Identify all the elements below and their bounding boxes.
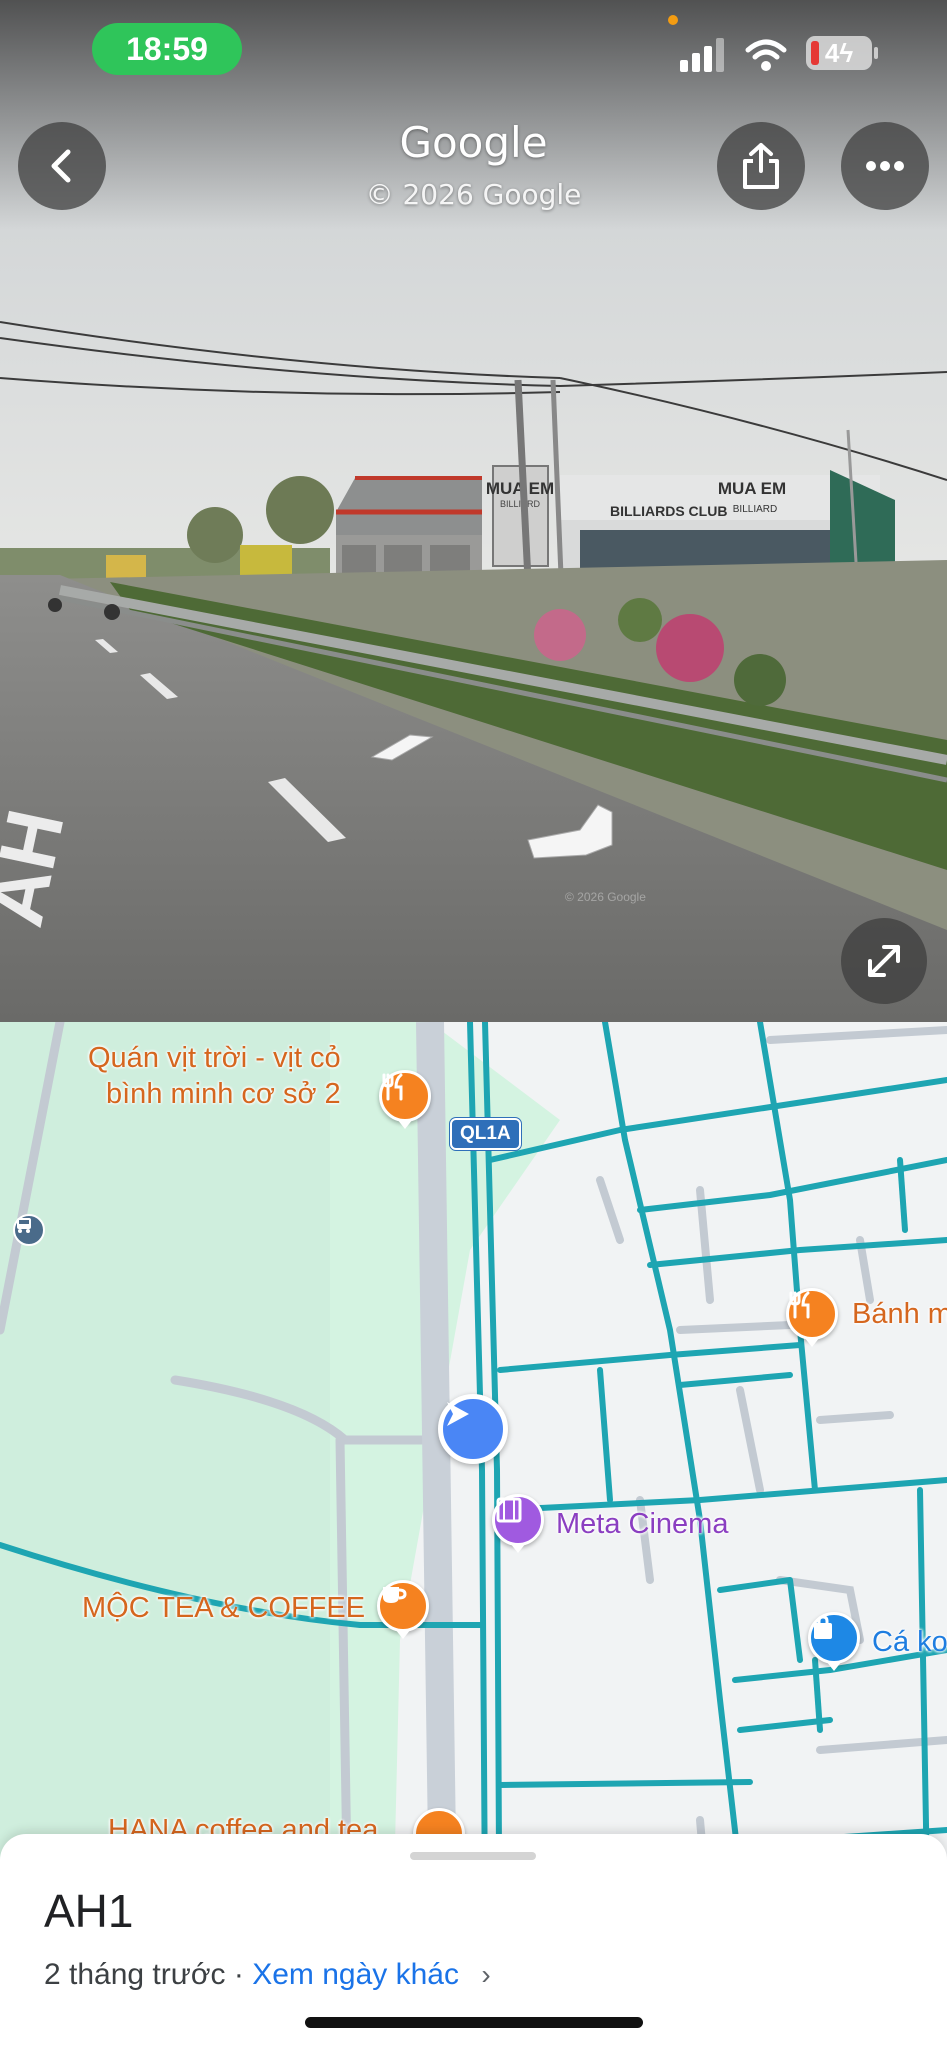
navigation-arrow-icon bbox=[447, 1402, 469, 1426]
sign-billiard-left: BILLIARD bbox=[500, 499, 541, 509]
location-title: AH1 bbox=[44, 1885, 134, 1937]
battery-text: 4 bbox=[824, 38, 840, 68]
poi-label-meta-cinema[interactable]: Meta Cinema bbox=[556, 1506, 728, 1542]
see-other-dates-link[interactable]: Xem ngày khác bbox=[252, 1958, 459, 1991]
battery-indicator: 4ϟ bbox=[806, 36, 872, 70]
separator-dot: · bbox=[233, 1958, 244, 1991]
wifi-icon bbox=[745, 39, 787, 71]
chevron-right-icon[interactable]: › bbox=[481, 1959, 490, 1991]
street-view-title: Google bbox=[399, 118, 548, 167]
privacy-indicator-dot bbox=[668, 15, 678, 25]
sign-billiards-club: BILLIARDS CLUB bbox=[610, 503, 727, 519]
imagery-date-row: 2 tháng trước · Xem ngày khác › bbox=[44, 1958, 491, 1992]
cellular-signal-icon bbox=[680, 38, 724, 72]
street-view-copyright: © 2026 Google bbox=[365, 178, 582, 211]
bus-stop-icon[interactable] bbox=[13, 1214, 45, 1246]
more-options-button[interactable] bbox=[841, 122, 929, 210]
expand-button[interactable] bbox=[841, 918, 927, 1004]
poi-label-moc-tea[interactable]: MỘC TEA & COFFEE bbox=[82, 1590, 365, 1626]
status-time: 18:59 bbox=[92, 23, 242, 75]
poi-label-quan-vit[interactable]: Quán vịt trời - vịt cỏ bình minh cơ sở 2 bbox=[88, 1040, 341, 1112]
share-icon bbox=[743, 143, 779, 189]
battery-level-bar bbox=[811, 41, 819, 65]
cinema-icon[interactable] bbox=[492, 1494, 544, 1546]
cafe-icon[interactable] bbox=[377, 1580, 429, 1632]
battery-tip bbox=[874, 47, 878, 59]
bottom-sheet[interactable]: AH1 2 tháng trước · Xem ngày khác › bbox=[0, 1834, 947, 2048]
sign-mua-em-right: MUA EM bbox=[718, 479, 786, 498]
chevron-left-icon bbox=[51, 149, 71, 183]
imagery-date: 2 tháng trước bbox=[44, 1958, 226, 1991]
current-location-arrow[interactable] bbox=[438, 1394, 508, 1464]
back-button[interactable] bbox=[18, 122, 106, 210]
sign-billiard-right: BILLIARD bbox=[733, 504, 777, 515]
bolt-icon: ϟ bbox=[839, 38, 854, 68]
sheet-grabber[interactable] bbox=[410, 1852, 536, 1860]
street-view-panorama[interactable]: MUA EM BILLIARD BILLIARDS CLUB MUA EM BI… bbox=[0, 0, 947, 1022]
shopping-bag-icon[interactable] bbox=[808, 1612, 860, 1664]
status-bar: 18:59 4ϟ bbox=[0, 0, 947, 100]
poi-label-banh[interactable]: Bánh m bbox=[852, 1296, 947, 1332]
road-shield-ql1a: QL1A bbox=[450, 1118, 521, 1150]
expand-icon bbox=[868, 945, 900, 977]
restaurant-icon[interactable] bbox=[379, 1070, 431, 1122]
restaurant-icon[interactable] bbox=[786, 1288, 838, 1340]
share-button[interactable] bbox=[717, 122, 805, 210]
street-view-watermark: © 2026 Google bbox=[565, 890, 646, 904]
home-indicator[interactable] bbox=[305, 2017, 643, 2028]
poi-label-ca[interactable]: Cá ko bbox=[872, 1624, 947, 1660]
more-horizontal-icon bbox=[866, 161, 904, 171]
